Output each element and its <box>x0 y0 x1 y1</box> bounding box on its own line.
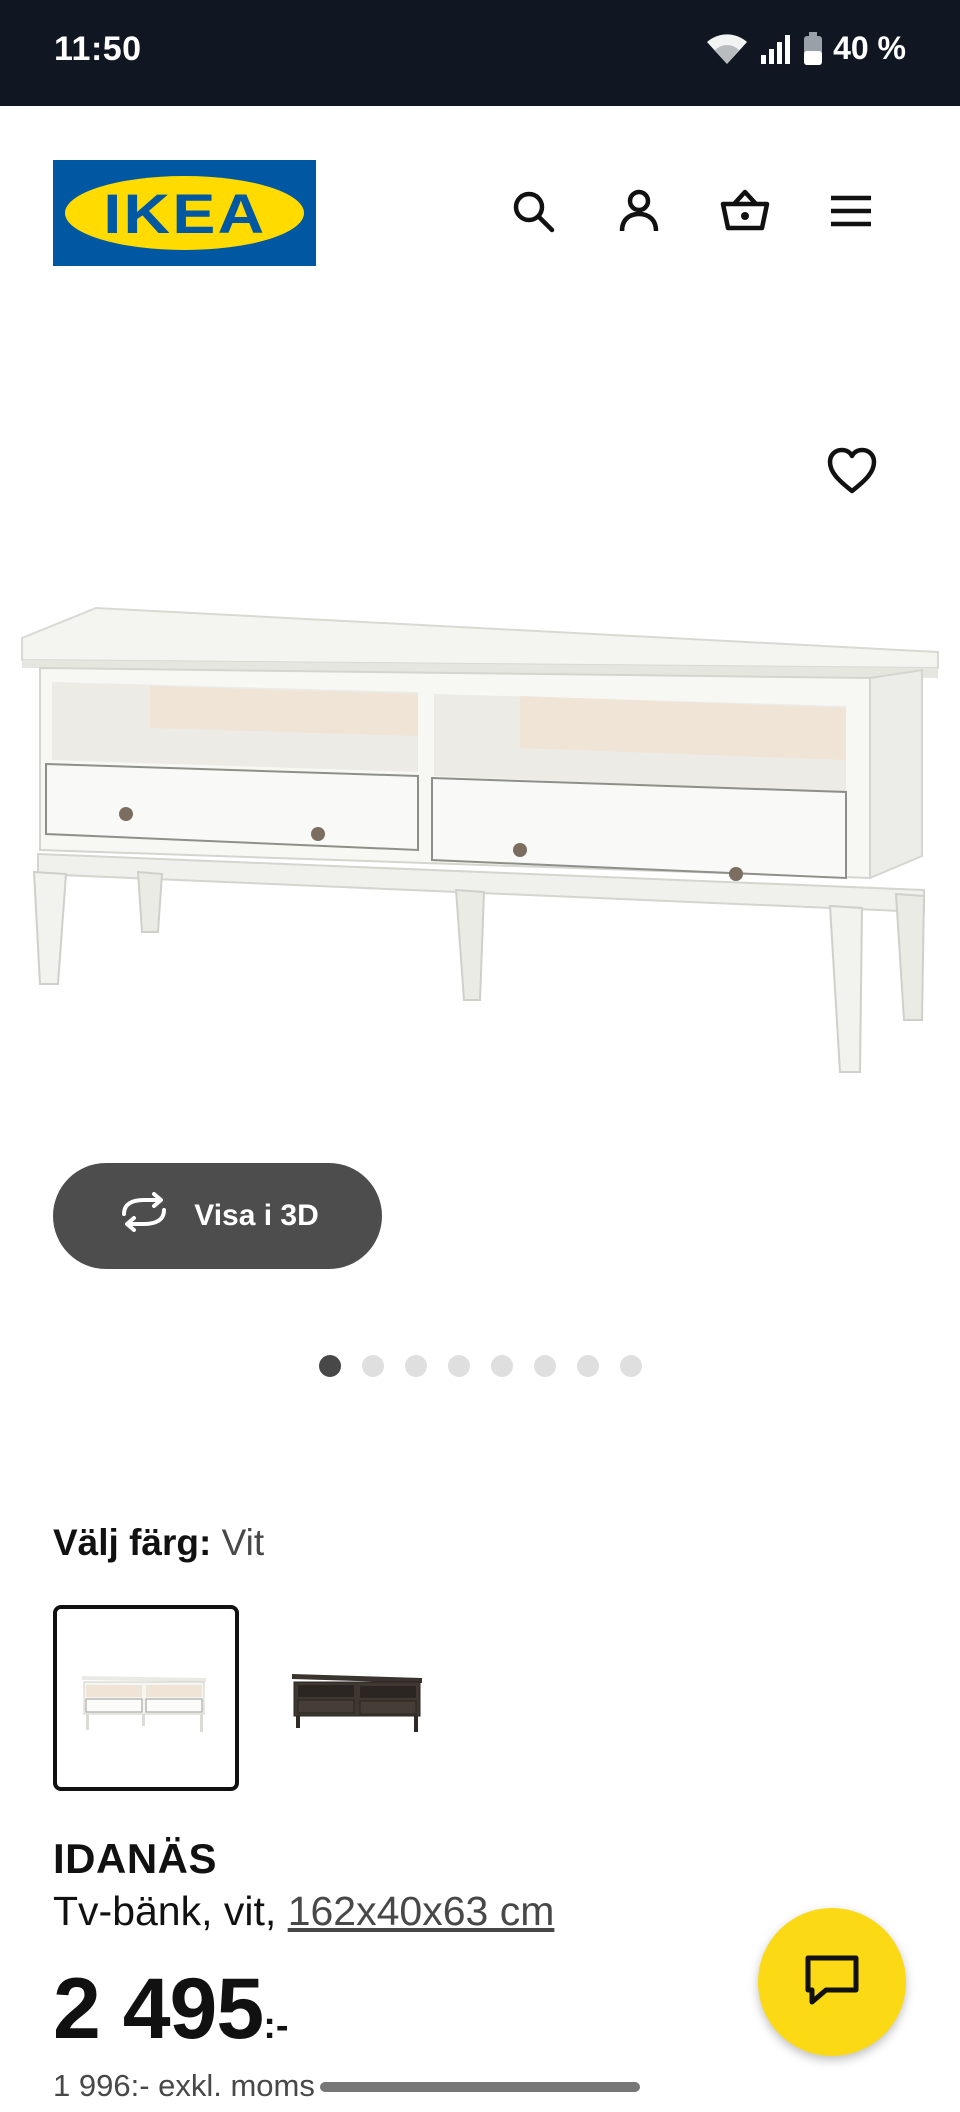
status-bar: 11:50 40 % <box>0 0 960 106</box>
product-type: Tv-bänk, vit, <box>53 1888 277 1934</box>
pagination-dot[interactable] <box>490 1355 513 1377</box>
status-time: 11:50 <box>54 30 142 68</box>
color-swatch-white[interactable] <box>53 1605 239 1791</box>
chat-icon <box>804 1954 860 2011</box>
color-selector-label: Välj färg: Vit <box>53 1522 264 1564</box>
menu-icon[interactable] <box>826 186 876 236</box>
signal-icon <box>759 33 793 65</box>
pagination-dot[interactable] <box>447 1355 470 1377</box>
price-excl-vat: 1 996:- exkl. moms <box>53 2068 315 2103</box>
product-description: Tv-bänk, vit, 162x40x63 cm <box>53 1888 554 1935</box>
color-label-prefix: Välj färg: <box>53 1522 212 1563</box>
product-name: IDANÄS <box>53 1835 218 1882</box>
favorite-heart-icon[interactable] <box>826 445 878 497</box>
view-in-3d-button[interactable]: Visa i 3D <box>53 1163 382 1269</box>
ikea-logo[interactable]: IKEA ® <box>53 160 316 266</box>
site-header: IKEA ® <box>0 106 960 321</box>
rotate-3d-icon <box>116 1192 172 1240</box>
product-image[interactable] <box>0 560 960 1120</box>
wifi-icon <box>705 32 749 66</box>
home-indicator[interactable] <box>320 2082 640 2092</box>
pagination-dot[interactable] <box>619 1355 642 1377</box>
product-dimensions-link[interactable]: 162x40x63 cm <box>288 1888 555 1934</box>
shopping-bag-icon[interactable] <box>720 186 770 236</box>
battery-percent: 40 % <box>833 30 906 66</box>
chat-button[interactable] <box>758 1908 906 2056</box>
user-icon[interactable] <box>614 186 664 236</box>
price-amount: 2 495 <box>53 1961 264 2057</box>
search-icon[interactable] <box>508 186 558 236</box>
logo-oval: IKEA <box>65 176 304 250</box>
product-price: 2 495 :- <box>53 1960 289 2059</box>
pagination-dot[interactable] <box>404 1355 427 1377</box>
status-indicators: 40 % <box>705 30 906 67</box>
registered-mark: ® <box>286 184 294 195</box>
color-swatch-dark-brown[interactable] <box>266 1605 452 1791</box>
logo-text: IKEA <box>102 181 267 245</box>
pagination-dot[interactable] <box>318 1355 341 1377</box>
pagination-dot[interactable] <box>576 1355 599 1377</box>
price-suffix: :- <box>263 2005 289 2047</box>
image-pagination <box>0 1355 960 1377</box>
selected-color-value: Vit <box>221 1522 265 1563</box>
pagination-dot[interactable] <box>361 1355 384 1377</box>
view-in-3d-label: Visa i 3D <box>194 1199 319 1232</box>
battery-icon <box>803 31 823 66</box>
pagination-dot[interactable] <box>533 1355 556 1377</box>
